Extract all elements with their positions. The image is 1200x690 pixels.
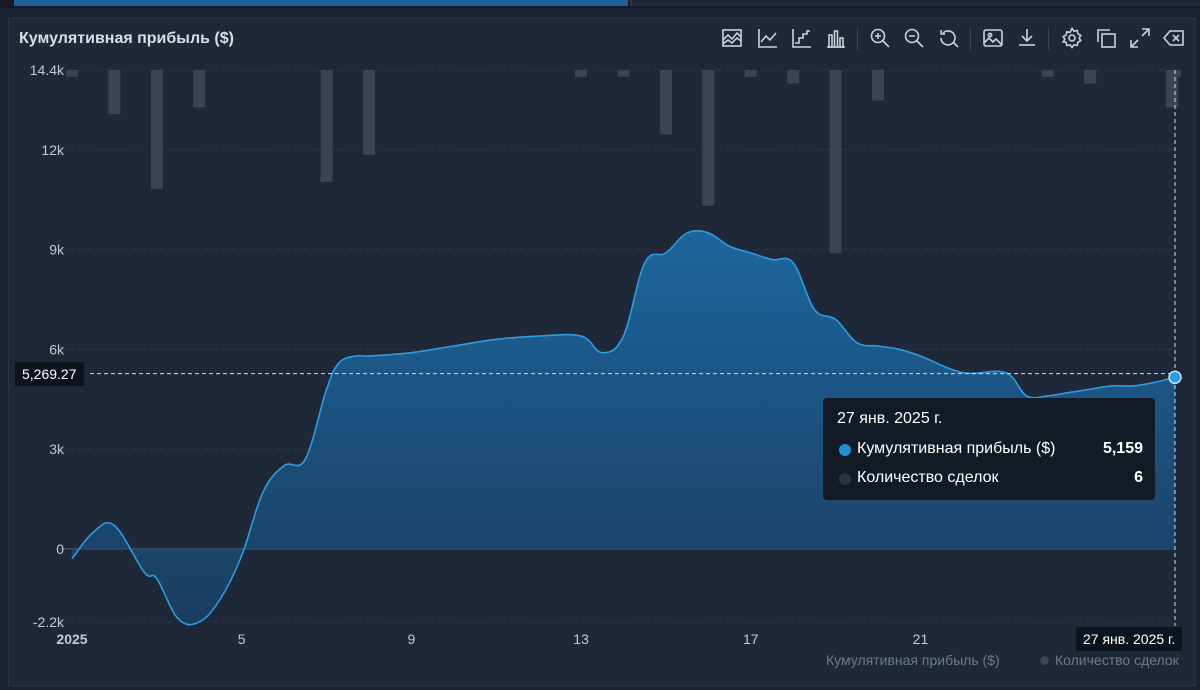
- trade-count-bar: [320, 70, 333, 182]
- trade-count-bar: [1041, 70, 1054, 77]
- trade-count-bar: [787, 70, 800, 84]
- y-tick-label: 0: [56, 541, 64, 557]
- legend-item-profit[interactable]: Кумулятивная прибыль ($): [826, 652, 1000, 668]
- series-dot-icon: [839, 444, 851, 456]
- y-tick-label: 14.4k: [30, 62, 65, 78]
- trade-count-bar: [617, 70, 630, 77]
- hover-point: [1168, 370, 1182, 385]
- x-axis-ticks: 2025 5 9 13 17 21: [56, 631, 928, 647]
- trade-count-bar: [659, 70, 672, 135]
- trade-count-bar: [66, 70, 78, 77]
- tooltip-row-profit: Кумулятивная прибыль ($) 5,159: [837, 439, 1143, 461]
- trade-count-bar: [108, 70, 121, 115]
- legend-label: Количество сделок: [1055, 652, 1179, 668]
- tooltip-date: 27 янв. 2025 г.: [837, 410, 943, 427]
- tooltip-label: Количество сделок: [857, 469, 999, 486]
- x-tick-label: 13: [573, 631, 589, 647]
- trade-count-bar: [829, 70, 842, 254]
- y-tick-label: 12k: [41, 142, 65, 158]
- trade-count-bar: [872, 70, 885, 101]
- legend-item-trades[interactable]: Количество сделок: [1040, 652, 1179, 668]
- x-tick-label: 17: [743, 631, 759, 647]
- trade-count-bar: [1166, 70, 1178, 108]
- x-tick-label: 2025: [56, 631, 87, 647]
- x-tick-label: 5: [238, 631, 246, 647]
- tooltip-label: Кумулятивная прибыль ($): [857, 440, 1056, 457]
- y-tick-label: 3k: [49, 441, 65, 457]
- series-dot-icon: [839, 473, 851, 485]
- chart-plot[interactable]: 14.4k 12k 9k 6k 3k 0 -2.2k 2025 5 9 13 17 21: [0, 0, 1200, 690]
- tooltip-value: 5,159: [1102, 440, 1143, 457]
- crosshair-y-label: 5,269.27: [15, 362, 84, 386]
- trade-count-bar: [362, 70, 375, 155]
- y-tick-label: -2.2k: [33, 614, 65, 630]
- tooltip-row-trades: Количество сделок 6: [837, 468, 1143, 490]
- crosshair-x-label: 27 янв. 2025 г.: [1076, 627, 1183, 651]
- trade-count-bar: [575, 70, 588, 77]
- trade-count-bar: [150, 70, 163, 189]
- y-tick-label: 9k: [49, 242, 65, 258]
- y-tick-label: 6k: [49, 341, 65, 357]
- trade-count-bar: [744, 70, 757, 77]
- y-axis-ticks: 14.4k 12k 9k 6k 3k 0 -2.2k: [30, 62, 65, 630]
- trade-count-bar: [193, 70, 206, 108]
- trade-count-bars: [66, 70, 1181, 254]
- trade-count-bar: [702, 70, 715, 206]
- x-tick-label: 21: [913, 631, 929, 647]
- x-tick-label: 9: [407, 631, 415, 647]
- legend-dot-icon: [1040, 656, 1049, 665]
- tooltip-value: 6: [1134, 469, 1143, 486]
- tooltip: 27 янв. 2025 г. Кумулятивная прибыль ($)…: [823, 398, 1155, 500]
- trade-count-bar: [1084, 70, 1097, 84]
